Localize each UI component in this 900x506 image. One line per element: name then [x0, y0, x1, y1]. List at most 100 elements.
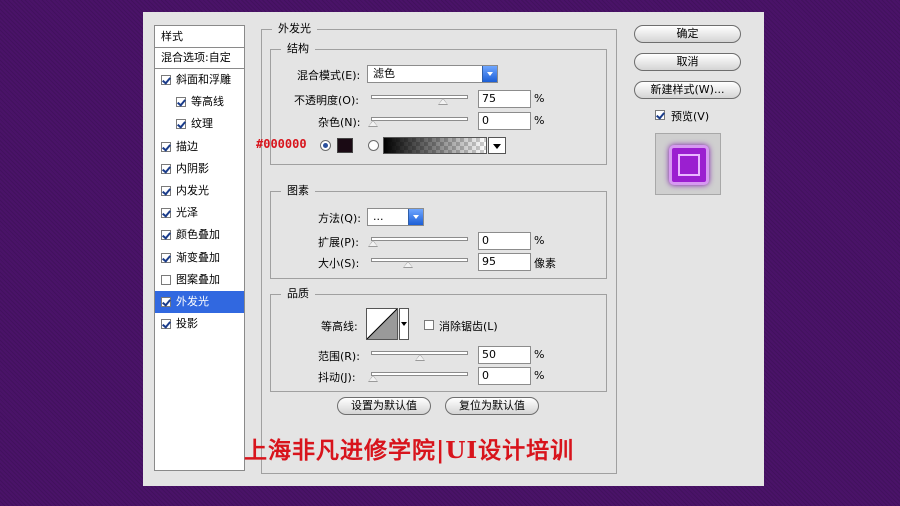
- size-slider-track[interactable]: [371, 258, 468, 262]
- style-item[interactable]: 图案叠加: [155, 269, 244, 291]
- style-item-label: 投影: [176, 317, 198, 331]
- size-slider-thumb[interactable]: [403, 261, 414, 268]
- size-input[interactable]: 95: [478, 253, 531, 271]
- style-item-label: 光泽: [176, 206, 198, 220]
- chevron-down-icon: [408, 209, 423, 225]
- spread-label: 扩展(P):: [318, 236, 359, 249]
- style-item[interactable]: 纹理: [155, 113, 244, 135]
- layer-style-dialog: 样式 混合选项:自定 斜面和浮雕等高线纹理描边内阴影内发光光泽颜色叠加渐变叠加图…: [143, 12, 764, 486]
- opacity-slider-thumb[interactable]: [437, 98, 448, 105]
- reset-default-button[interactable]: 复位为默认值: [445, 397, 539, 415]
- ok-button[interactable]: 确定: [634, 25, 741, 43]
- style-item-label: 图案叠加: [176, 272, 220, 286]
- spread-percent: %: [534, 234, 545, 247]
- style-item-checkbox[interactable]: [161, 185, 171, 196]
- style-item-checkbox[interactable]: [161, 75, 171, 85]
- chevron-down-icon: [401, 322, 407, 326]
- blending-options-item[interactable]: 混合选项:自定: [155, 48, 244, 69]
- color-hex-annotation: #000000: [256, 137, 307, 151]
- style-item[interactable]: 描边: [155, 136, 244, 158]
- style-preview-thumbnail: [669, 145, 709, 185]
- style-item-label: 外发光: [176, 294, 209, 308]
- style-item-checkbox[interactable]: [176, 119, 186, 130]
- style-item[interactable]: 渐变叠加: [155, 247, 244, 269]
- preview-label[interactable]: 预览(V): [671, 108, 709, 124]
- structure-group: 结构 混合模式(E): 滤色 不透明度(O): 75 % 杂色(N): 0 %: [270, 42, 607, 165]
- opacity-input[interactable]: 75: [478, 90, 531, 108]
- glow-color-swatch[interactable]: [337, 138, 353, 153]
- jitter-input[interactable]: 0: [478, 367, 531, 385]
- technique-value: ...: [373, 210, 384, 223]
- opacity-percent: %: [534, 92, 545, 105]
- style-item-label: 斜面和浮雕: [176, 73, 231, 86]
- style-item-checkbox[interactable]: [161, 163, 171, 174]
- style-item-checkbox[interactable]: [161, 319, 171, 330]
- jitter-label: 抖动(J):: [318, 371, 356, 384]
- jitter-percent: %: [534, 369, 545, 382]
- new-style-button[interactable]: 新建样式(W)...: [634, 81, 741, 99]
- style-item-checkbox[interactable]: [161, 208, 171, 219]
- style-item-checkbox[interactable]: [161, 230, 171, 241]
- style-item-label: 渐变叠加: [176, 250, 220, 264]
- noise-percent: %: [534, 114, 545, 127]
- gradient-radio[interactable]: [368, 140, 379, 151]
- style-item-label: 描边: [176, 139, 198, 153]
- contour-curve-icon: [367, 309, 397, 339]
- technique-select[interactable]: ...: [367, 208, 424, 226]
- noise-input[interactable]: 0: [478, 112, 531, 130]
- blend-mode-value: 滤色: [373, 67, 395, 80]
- style-item[interactable]: 颜色叠加: [155, 224, 244, 246]
- range-input[interactable]: 50: [478, 346, 531, 364]
- gradient-swatch[interactable]: [383, 137, 487, 154]
- spread-input[interactable]: 0: [478, 232, 531, 250]
- styles-list-title[interactable]: 样式: [155, 26, 244, 48]
- spread-slider-track[interactable]: [371, 237, 468, 241]
- quality-group: 品质 等高线: 消除锯齿(L) 范围(R): 50 % 抖动(J): 0 %: [270, 287, 607, 392]
- style-item[interactable]: 投影: [155, 313, 244, 335]
- style-item-label: 颜色叠加: [176, 228, 220, 242]
- spread-slider-thumb[interactable]: [368, 240, 378, 247]
- style-item-checkbox[interactable]: [176, 97, 186, 108]
- styles-list-panel: 样式 混合选项:自定 斜面和浮雕等高线纹理描边内阴影内发光光泽颜色叠加渐变叠加图…: [154, 25, 245, 471]
- contour-preview[interactable]: [366, 308, 398, 340]
- style-item[interactable]: 外发光: [155, 290, 244, 314]
- style-item[interactable]: 斜面和浮雕: [155, 69, 244, 91]
- chevron-down-icon: [482, 66, 497, 82]
- jitter-slider-thumb[interactable]: [368, 375, 378, 382]
- size-label: 大小(S):: [318, 257, 360, 270]
- style-preview-box: [655, 133, 721, 195]
- chevron-down-icon: [493, 144, 501, 149]
- style-item-checkbox[interactable]: [161, 141, 171, 152]
- style-item-label: 等高线: [191, 95, 224, 109]
- style-item[interactable]: 内阴影: [155, 158, 244, 180]
- antialias-label[interactable]: 消除锯齿(L): [439, 318, 498, 334]
- style-item[interactable]: 等高线: [155, 91, 244, 113]
- size-unit: 像素: [534, 257, 556, 270]
- quality-title: 品质: [281, 287, 315, 301]
- make-default-button[interactable]: 设置为默认值: [337, 397, 431, 415]
- gradient-dropdown[interactable]: [488, 137, 506, 154]
- cancel-button[interactable]: 取消: [634, 53, 741, 71]
- opacity-slider-track[interactable]: [371, 95, 468, 99]
- style-item-checkbox[interactable]: [161, 252, 171, 263]
- antialias-checkbox[interactable]: [424, 320, 434, 330]
- style-item-checkbox[interactable]: [161, 274, 171, 285]
- contour-label: 等高线:: [321, 320, 358, 333]
- range-slider-thumb[interactable]: [414, 354, 425, 361]
- contour-dropdown[interactable]: [399, 308, 409, 340]
- jitter-slider-track[interactable]: [371, 372, 468, 376]
- noise-slider-thumb[interactable]: [368, 120, 378, 127]
- style-item[interactable]: 光泽: [155, 202, 244, 224]
- preview-checkbox[interactable]: [655, 110, 665, 120]
- noise-slider-track[interactable]: [371, 117, 468, 121]
- style-item-label: 纹理: [191, 117, 213, 131]
- watermark-text: 上海非凡进修学院|UI设计培训: [244, 437, 575, 464]
- style-item[interactable]: 内发光: [155, 180, 244, 202]
- opacity-label: 不透明度(O):: [294, 94, 359, 107]
- structure-title: 结构: [281, 42, 315, 56]
- style-item-checkbox[interactable]: [161, 296, 171, 307]
- noise-label: 杂色(N):: [318, 116, 361, 129]
- style-item-label: 内发光: [176, 183, 209, 197]
- solid-color-radio[interactable]: [320, 140, 331, 151]
- blend-mode-select[interactable]: 滤色: [367, 65, 498, 83]
